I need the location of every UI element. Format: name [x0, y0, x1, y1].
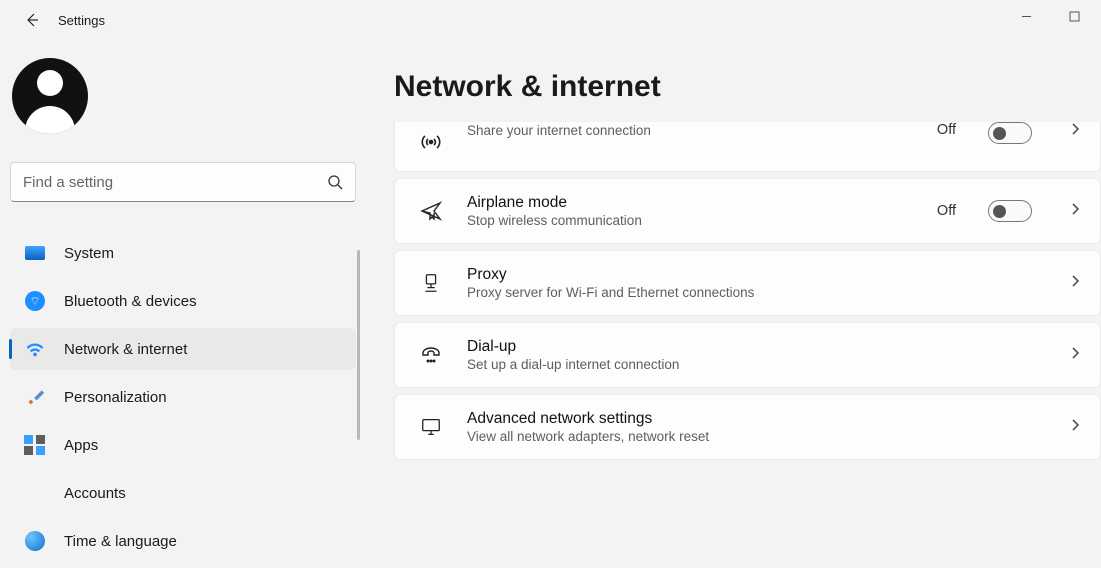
chevron-right-icon: [1068, 274, 1082, 293]
setting-proxy[interactable]: Proxy Proxy server for Wi-Fi and Etherne…: [394, 250, 1101, 316]
titlebar: Settings: [0, 0, 1101, 40]
sidebar: System ⌔ Bluetooth & devices Network & i…: [0, 40, 360, 568]
avatar-head-icon: [37, 70, 63, 96]
card-title: Dial-up: [467, 338, 1032, 356]
monitor-icon: [417, 416, 445, 438]
sidebar-item-label: Apps: [64, 437, 98, 454]
avatar[interactable]: [12, 58, 88, 134]
chevron-right-icon: [1068, 202, 1082, 221]
setting-dialup[interactable]: Dial-up Set up a dial-up internet connec…: [394, 322, 1101, 388]
card-subtitle: Stop wireless communication: [467, 213, 915, 228]
toggle-state: Off: [937, 122, 956, 138]
arrow-left-icon: [24, 12, 40, 28]
avatar-body-icon: [25, 106, 75, 134]
dialup-icon: [417, 343, 445, 367]
hotspot-toggle[interactable]: [988, 122, 1032, 144]
window-controls: [1003, 0, 1097, 32]
page-title: Network & internet: [394, 70, 1101, 104]
minimize-icon: [1021, 11, 1032, 22]
hotspot-icon: [417, 130, 445, 154]
wifi-icon: [24, 338, 46, 360]
card-title: Proxy: [467, 266, 1032, 284]
sidebar-item-personalization[interactable]: Personalization: [10, 376, 356, 418]
airplane-toggle[interactable]: [988, 200, 1032, 222]
search-input[interactable]: [23, 174, 327, 191]
app-title: Settings: [58, 13, 105, 28]
sidebar-item-label: System: [64, 245, 114, 262]
chevron-right-icon: [1068, 346, 1082, 365]
airplane-icon: [417, 199, 445, 223]
sidebar-item-apps[interactable]: Apps: [10, 424, 356, 466]
sidebar-item-bluetooth[interactable]: ⌔ Bluetooth & devices: [10, 280, 356, 322]
apps-icon: [24, 434, 46, 456]
setting-airplane-mode[interactable]: Airplane mode Stop wireless communicatio…: [394, 178, 1101, 244]
person-icon: [24, 482, 46, 504]
sidebar-item-label: Time & language: [64, 533, 177, 550]
main: Network & internet Mobile hotspot Share …: [360, 40, 1101, 568]
card-title: Airplane mode: [467, 194, 915, 212]
sidebar-item-accounts[interactable]: Accounts: [10, 472, 356, 514]
card-title: Advanced network settings: [467, 410, 1032, 428]
chevron-right-icon: [1068, 418, 1082, 437]
minimize-button[interactable]: [1003, 0, 1049, 32]
card-subtitle: Share your internet connection: [467, 123, 915, 138]
sidebar-item-time-language[interactable]: Time & language: [10, 520, 356, 562]
setting-mobile-hotspot[interactable]: Mobile hotspot Share your internet conne…: [394, 122, 1101, 172]
chevron-right-icon: [1068, 122, 1082, 141]
proxy-icon: [417, 272, 445, 294]
sidebar-item-network[interactable]: Network & internet: [10, 328, 356, 370]
brush-icon: [24, 386, 46, 408]
sidebar-item-label: Network & internet: [64, 341, 187, 358]
maximize-button[interactable]: [1051, 0, 1097, 32]
sidebar-item-label: Personalization: [64, 389, 167, 406]
sidebar-item-label: Bluetooth & devices: [64, 293, 197, 310]
card-subtitle: View all network adapters, network reset: [467, 429, 1032, 444]
card-subtitle: Proxy server for Wi-Fi and Ethernet conn…: [467, 285, 1032, 300]
system-icon: [24, 242, 46, 264]
back-button[interactable]: [12, 0, 52, 40]
globe-icon: [24, 530, 46, 552]
search-icon: [327, 174, 343, 190]
sidebar-item-system[interactable]: System: [10, 232, 356, 274]
sidebar-item-label: Accounts: [64, 485, 126, 502]
search-box[interactable]: [10, 162, 356, 202]
bluetooth-icon: ⌔: [24, 290, 46, 312]
setting-advanced-network[interactable]: Advanced network settings View all netwo…: [394, 394, 1101, 460]
settings-list: Mobile hotspot Share your internet conne…: [394, 122, 1101, 460]
maximize-icon: [1069, 11, 1080, 22]
card-subtitle: Set up a dial-up internet connection: [467, 357, 1032, 372]
nav-list: System ⌔ Bluetooth & devices Network & i…: [10, 232, 356, 562]
toggle-state: Off: [937, 203, 956, 219]
